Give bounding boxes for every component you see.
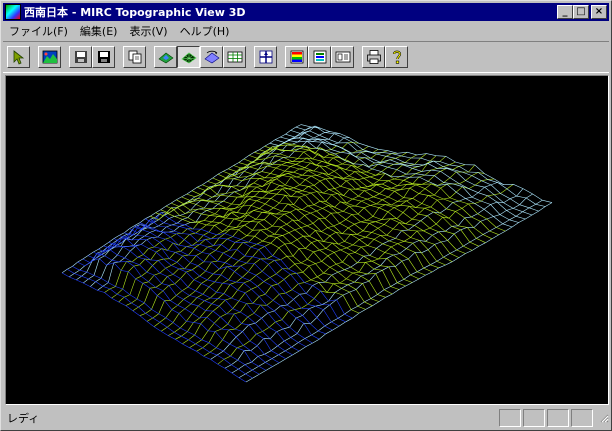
rotate-view-button[interactable] (200, 46, 223, 68)
menu-file[interactable]: ファイル(F) (3, 23, 74, 39)
cross-section-button[interactable] (254, 46, 277, 68)
status-panel (523, 409, 545, 427)
landscape-image-button[interactable] (38, 46, 61, 68)
window-controls: _ □ × (557, 5, 607, 19)
maximize-button[interactable]: □ (573, 5, 589, 19)
save-button[interactable] (92, 46, 115, 68)
pointer-icon (13, 50, 24, 65)
shaded-relief-icon (157, 52, 174, 64)
title-bar[interactable]: 西南日本 - MIRC Topographic View 3D _ □ × (3, 3, 609, 21)
mesh-column-line (280, 136, 526, 220)
mesh-row-line (224, 188, 524, 369)
status-text: レディ (7, 412, 40, 425)
print-icon (366, 50, 381, 64)
mesh-column-line (144, 212, 353, 319)
terrain-wireframe-mesh (61, 124, 553, 383)
print-button[interactable] (362, 46, 385, 68)
info-panel-icon (335, 51, 350, 63)
wireframe-button[interactable] (177, 46, 200, 68)
application-window: 西南日本 - MIRC Topographic View 3D _ □ × ファ… (0, 0, 612, 431)
copy-icon (128, 50, 141, 64)
app-icon[interactable] (5, 4, 21, 20)
color-scale-icon (290, 50, 303, 64)
open-file-icon (74, 51, 87, 63)
wireframe-icon (180, 52, 197, 64)
terrain-3d-viewport[interactable] (5, 75, 609, 405)
status-bar: レディ (3, 407, 609, 429)
mesh-row-line (153, 153, 427, 328)
mesh-row-line (238, 199, 543, 379)
mesh-column-line (72, 266, 260, 375)
mesh-column-line (243, 153, 479, 247)
mesh-column-line (264, 142, 506, 232)
window-title: 西南日本 - MIRC Topographic View 3D (24, 6, 246, 19)
save-icon (97, 51, 110, 63)
shaded-relief-button[interactable] (154, 46, 177, 68)
pointer-button[interactable] (7, 46, 30, 68)
close-button[interactable]: × (591, 5, 607, 19)
rotate-view-icon (203, 50, 220, 64)
menu-view[interactable]: 表示(V) (123, 23, 173, 39)
menu-help[interactable]: ヘルプ(H) (174, 23, 236, 39)
menu-bar: ファイル(F) 編集(E) 表示(V) ヘルプ(H) (3, 22, 609, 40)
mesh-row-line (175, 161, 456, 340)
maximize-icon: □ (576, 6, 586, 17)
color-legend-icon (313, 50, 326, 64)
mesh-column-line (113, 233, 313, 344)
landscape-image-icon (42, 50, 57, 64)
info-panel-button[interactable] (331, 46, 354, 68)
close-icon: × (594, 6, 604, 17)
status-panel (499, 409, 521, 427)
mesh-column-line (77, 258, 267, 371)
mesh-column-line (87, 249, 280, 363)
mesh-row-line (76, 125, 321, 281)
grid-table-button[interactable] (223, 46, 246, 68)
status-panel (571, 409, 593, 427)
mesh-row-line (132, 153, 398, 312)
color-scale-button[interactable] (285, 46, 308, 68)
minimize-icon: _ (562, 6, 568, 17)
resize-grip-icon[interactable] (595, 409, 609, 427)
minimize-button[interactable]: _ (557, 5, 573, 19)
status-panel (547, 409, 569, 427)
color-legend-button[interactable] (308, 46, 331, 68)
mesh-column-line (119, 226, 320, 340)
mesh-column-line (259, 144, 499, 235)
mesh-column-line (186, 192, 406, 287)
help-button[interactable] (385, 46, 408, 68)
mesh-row-line (245, 202, 553, 383)
toolbar (3, 41, 609, 73)
cross-section-icon (259, 50, 272, 64)
open-file-button[interactable] (69, 46, 92, 68)
menu-edit[interactable]: 編集(E) (74, 23, 124, 39)
copy-button[interactable] (123, 46, 146, 68)
mesh-column-line (67, 269, 253, 379)
grid-table-icon (227, 51, 242, 63)
help-icon (392, 50, 401, 64)
